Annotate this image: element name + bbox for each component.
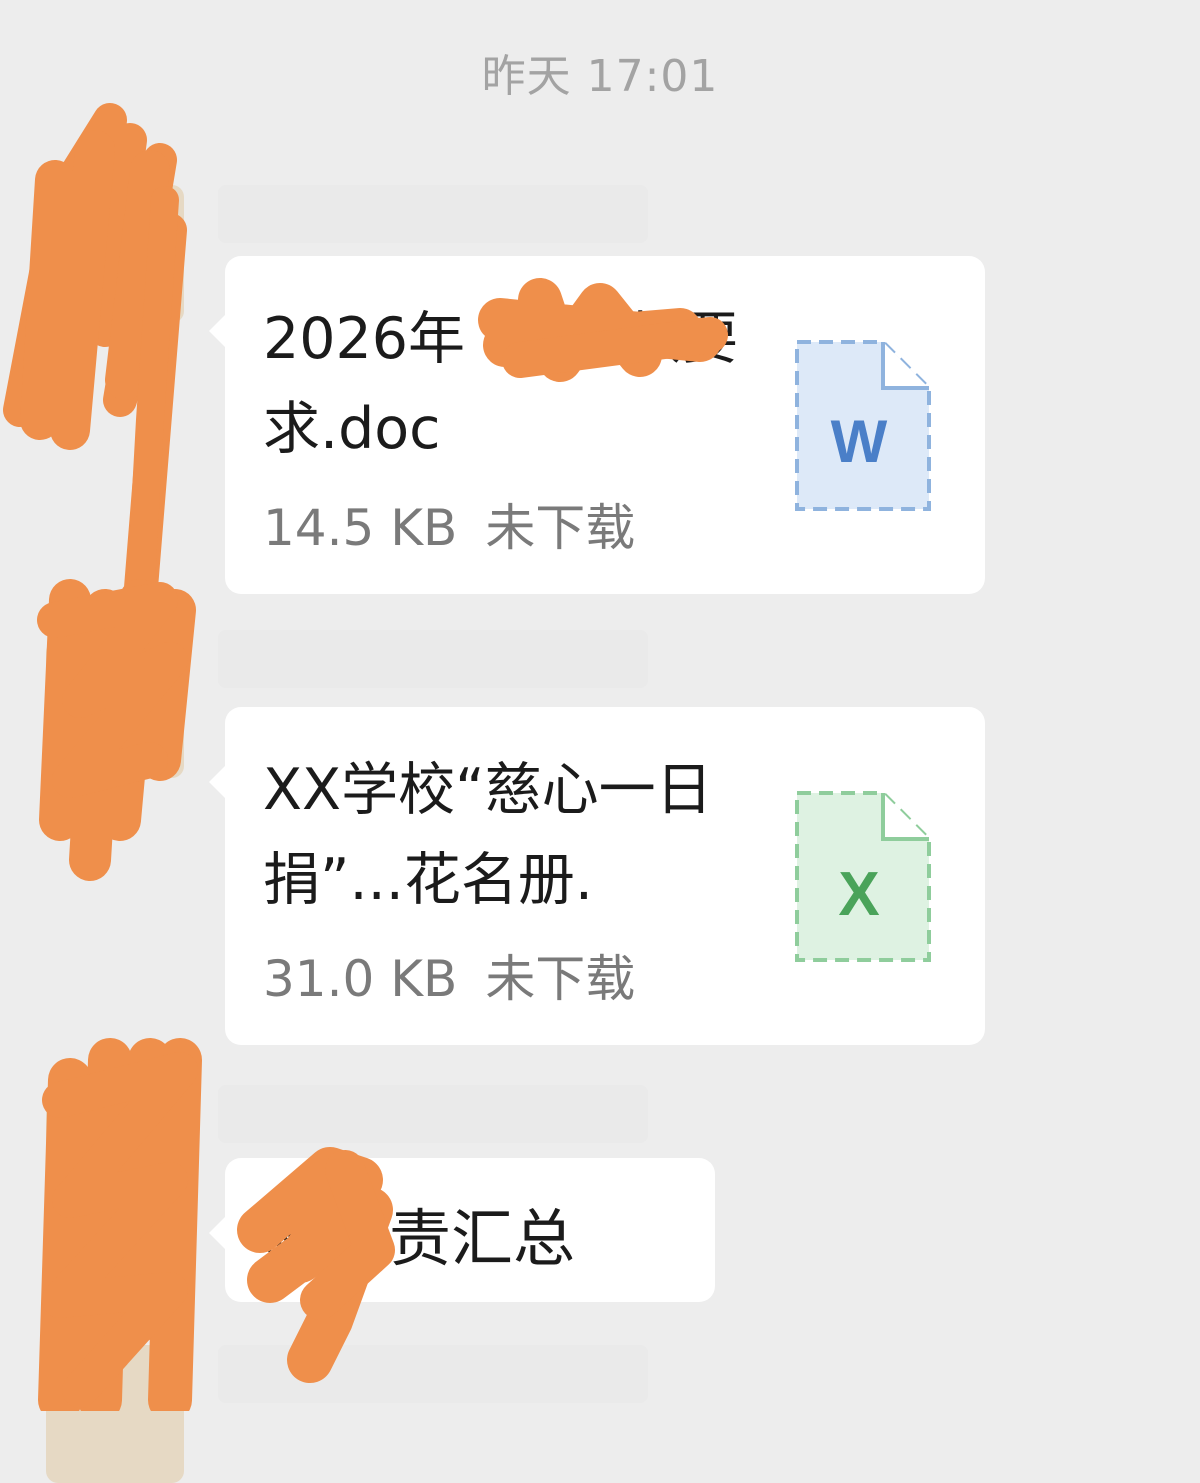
excel-letter: X: [838, 860, 879, 929]
sender-name: [218, 1085, 648, 1143]
file-name: 2026年 “...捐款要求.doc: [263, 306, 739, 462]
avatar[interactable]: [46, 640, 184, 778]
sender-name: [218, 1345, 648, 1403]
file-message[interactable]: XX学校“慈心一日捐”...花名册. 31.0 KB 未下载 X: [209, 707, 985, 1045]
avatar[interactable]: [46, 1090, 184, 1228]
sender-name: [218, 185, 648, 243]
avatar[interactable]: [46, 1345, 184, 1483]
excel-file-icon: X: [793, 789, 933, 964]
file-meta: 31.0 KB 未下载: [263, 939, 635, 1011]
file-message[interactable]: 2026年 “...捐款要求.doc 14.5 KB 未下载 W: [209, 256, 985, 594]
avatar[interactable]: [46, 185, 184, 323]
word-file-icon: W: [793, 338, 933, 513]
file-size: 14.5 KB: [263, 499, 458, 557]
message-text: 校负责汇总: [265, 1202, 576, 1275]
chat-timestamp: 昨天 17:01: [481, 51, 719, 102]
sender-name: [218, 630, 648, 688]
file-size: 31.0 KB: [263, 950, 458, 1008]
download-status: 未下载: [485, 950, 636, 1008]
text-message[interactable]: 校负责汇总: [209, 1158, 715, 1302]
file-name: XX学校“慈心一日捐”...花名册.: [263, 757, 713, 913]
word-letter: W: [831, 408, 888, 475]
file-meta: 14.5 KB 未下载: [263, 488, 635, 560]
download-status: 未下载: [485, 499, 636, 557]
